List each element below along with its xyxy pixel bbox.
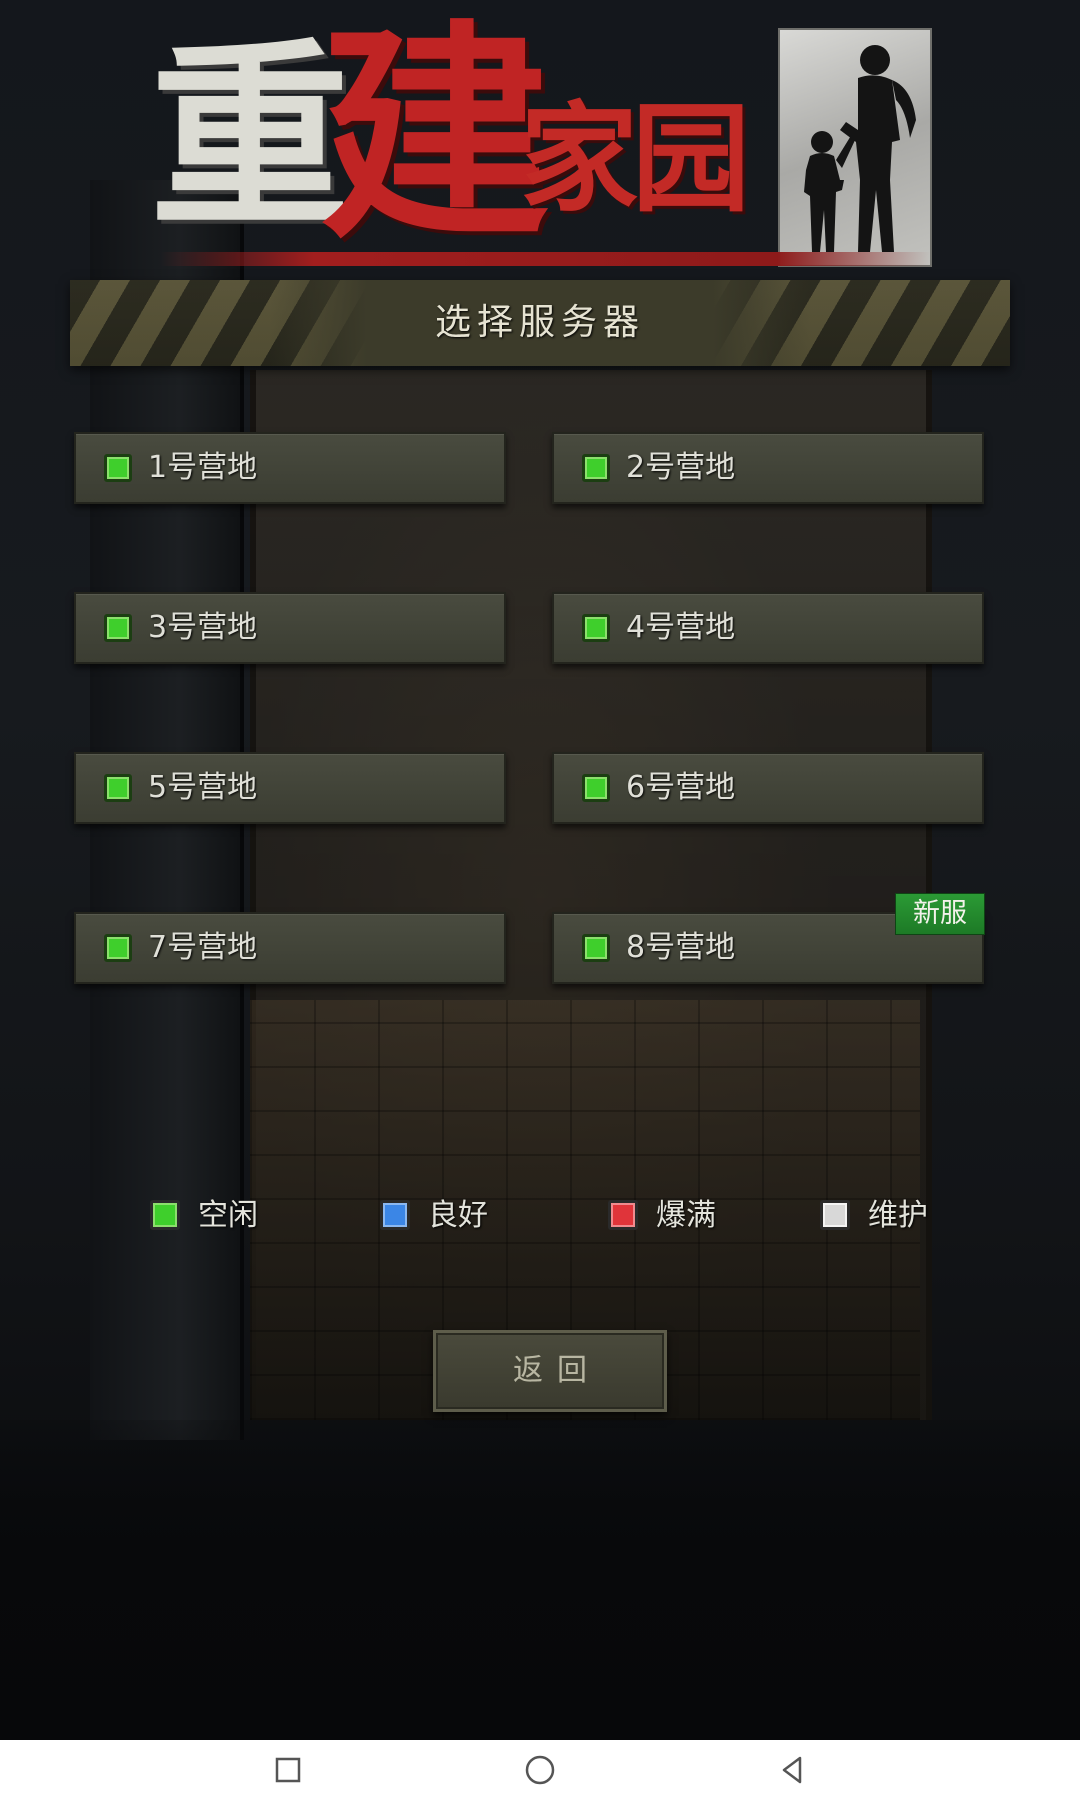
logo-silhouette-image: [778, 28, 932, 267]
status-idle-icon: [104, 454, 132, 482]
back-button[interactable]: 返回: [433, 1330, 667, 1412]
server-button-5[interactable]: 5号营地: [74, 752, 506, 824]
server-button-7[interactable]: 7号营地: [74, 912, 506, 984]
server-label: 5号营地: [148, 770, 258, 805]
background-shadow: [0, 1420, 1080, 1740]
gray-square-icon: [820, 1200, 850, 1230]
legend-label: 维护: [868, 1198, 928, 1233]
status-idle-icon: [582, 454, 610, 482]
status-idle-icon: [104, 774, 132, 802]
server-button-2[interactable]: 2号营地: [552, 432, 984, 504]
green-square-icon: [150, 1200, 180, 1230]
server-label: 6号营地: [626, 770, 736, 805]
legend-label: 良好: [428, 1198, 488, 1233]
server-label: 2号营地: [626, 450, 736, 485]
legend-label: 空闲: [198, 1198, 258, 1233]
server-label: 1号营地: [148, 450, 258, 485]
circle-home-icon[interactable]: [520, 1750, 560, 1790]
status-idle-icon: [104, 934, 132, 962]
back-button-label: 返回: [513, 1353, 601, 1388]
logo-underline: [160, 252, 930, 266]
triangle-back-icon[interactable]: [772, 1750, 812, 1790]
status-idle-icon: [582, 934, 610, 962]
title-banner: 选择服务器: [70, 280, 1010, 366]
status-idle-icon: [582, 614, 610, 642]
server-button-3[interactable]: 3号营地: [74, 592, 506, 664]
status-idle-icon: [582, 774, 610, 802]
game-logo: 重 建 家园: [150, 0, 932, 275]
new-server-badge: 新服: [895, 893, 985, 935]
server-button-1[interactable]: 1号营地: [74, 432, 506, 504]
server-label: 3号营地: [148, 610, 258, 645]
square-recents-icon[interactable]: [268, 1750, 308, 1790]
server-label: 7号营地: [148, 930, 258, 965]
logo-char-jiayuan: 家园: [520, 89, 750, 228]
server-label: 8号营地: [626, 930, 736, 965]
server-label: 4号营地: [626, 610, 736, 645]
red-square-icon: [608, 1200, 638, 1230]
legend-label: 爆满: [656, 1198, 716, 1233]
system-nav-bar: [0, 1740, 1080, 1800]
logo-char-jian: 建: [320, 0, 551, 270]
server-button-6[interactable]: 6号营地: [552, 752, 984, 824]
server-button-4[interactable]: 4号营地: [552, 592, 984, 664]
blue-square-icon: [380, 1200, 410, 1230]
page-title: 选择服务器: [434, 302, 645, 343]
status-idle-icon: [104, 614, 132, 642]
